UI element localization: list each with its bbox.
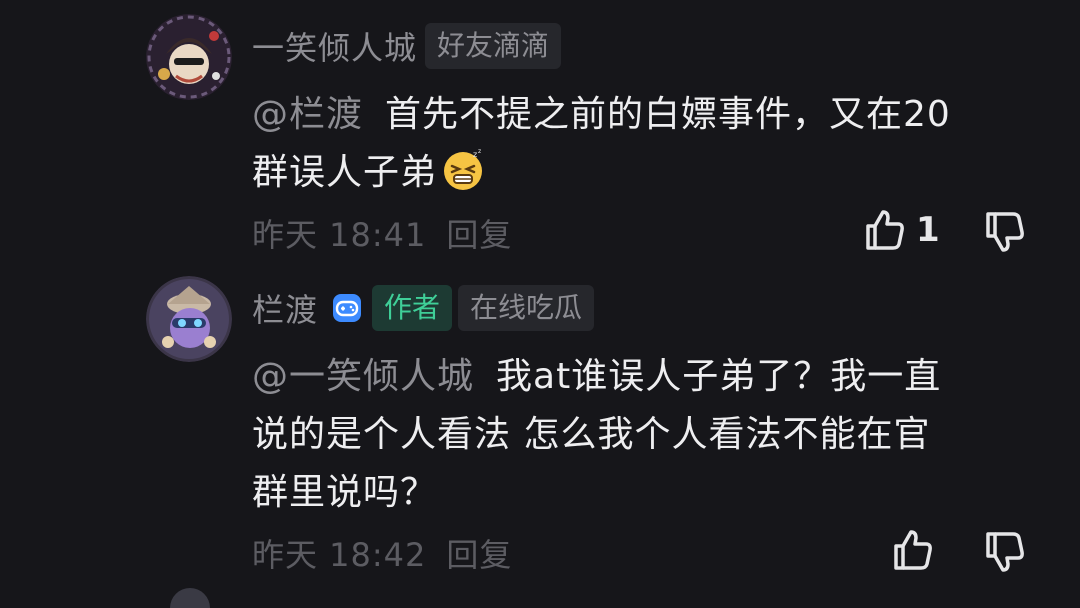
like-group: 1	[860, 206, 940, 254]
comment-meta: 昨天 18:42 回复	[252, 530, 512, 576]
avatar-image	[146, 276, 232, 362]
comment-header: 栏渡 作者 在线吃瓜	[252, 284, 595, 332]
tired-face-emoji-icon: z z	[444, 148, 483, 190]
thumbs-up-icon[interactable]	[888, 526, 936, 574]
user-tag: 在线吃瓜	[458, 285, 595, 331]
comment-body: @一笑倾人城 我at谁误人子弟了？我一直 说的是个人看法 怎么我个人看法不能在官 …	[252, 348, 1042, 522]
comment-text: 说的是个人看法 怎么我个人看法不能在官	[252, 414, 931, 455]
thumbs-down-icon[interactable]	[980, 528, 1028, 576]
comment-meta: 昨天 18:41 回复	[252, 210, 512, 256]
username[interactable]: 栏渡	[252, 285, 318, 331]
comment-header: 一笑倾人城 好友滴滴	[252, 22, 562, 70]
avatar-image	[146, 14, 232, 100]
mention-link[interactable]: @栏渡	[252, 94, 363, 135]
username[interactable]: 一笑倾人城	[252, 23, 417, 69]
author-tag: 作者	[372, 285, 453, 331]
reply-button[interactable]: 回复	[446, 210, 512, 256]
user-tag: 好友滴滴	[425, 23, 562, 69]
comment-text: 群误人子弟	[252, 152, 438, 193]
comment-text: 首先不提之前的白嫖事件，又在20	[385, 94, 951, 135]
game-controller-badge-icon	[333, 294, 362, 322]
like-count: 1	[916, 210, 940, 250]
avatar[interactable]	[170, 588, 210, 608]
comment-time: 昨天 18:41	[252, 216, 427, 254]
comment-text: 群里说吗？	[252, 472, 438, 513]
thumbs-up-icon[interactable]	[860, 206, 908, 254]
comment-body: @栏渡 首先不提之前的白嫖事件，又在20 群误人子弟 z z	[252, 86, 1042, 202]
comment-text: 我at谁误人子弟了？我一直	[496, 356, 942, 397]
comment-line: @栏渡 首先不提之前的白嫖事件，又在20	[252, 86, 1042, 144]
mention-link[interactable]: @一笑倾人城	[252, 356, 474, 397]
comment-line: 群误人子弟 z z	[252, 144, 1042, 202]
avatar[interactable]	[146, 276, 232, 362]
thumbs-down-icon[interactable]	[980, 208, 1028, 256]
comment-line: 群里说吗？	[252, 464, 1042, 522]
comment-time: 昨天 18:42	[252, 536, 427, 574]
reply-button[interactable]: 回复	[446, 530, 512, 576]
comment-line: 说的是个人看法 怎么我个人看法不能在官	[252, 406, 1042, 464]
avatar[interactable]	[146, 14, 232, 100]
comment-line: @一笑倾人城 我at谁误人子弟了？我一直	[252, 348, 1042, 406]
svg-text:z: z	[478, 148, 482, 155]
